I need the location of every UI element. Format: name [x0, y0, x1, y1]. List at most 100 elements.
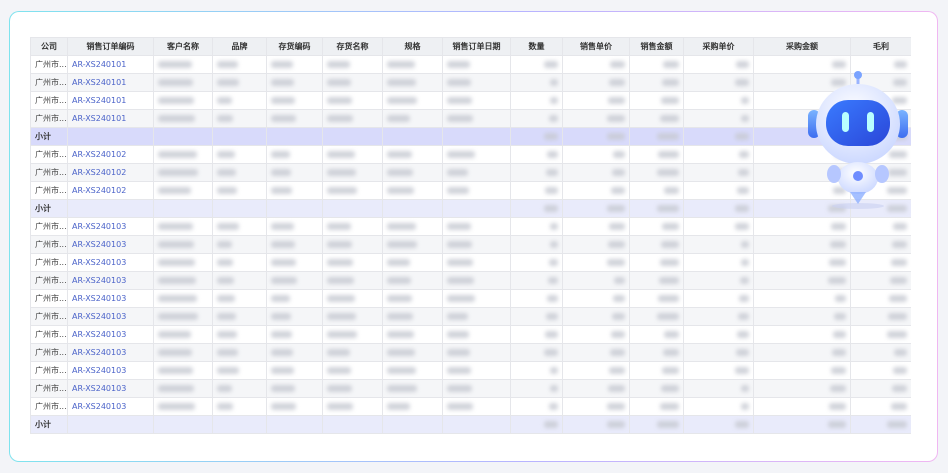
- order-code-link[interactable]: AR-XS240103: [67, 379, 154, 398]
- column-header[interactable]: 销售订单日期: [442, 37, 511, 56]
- table-row[interactable]: 广州市... AR-XS240103: [30, 325, 911, 344]
- order-code-link[interactable]: AR-XS240101: [67, 91, 154, 110]
- table-row[interactable]: 广州市... AR-XS240102: [30, 181, 911, 200]
- order-code-link[interactable]: AR-XS240103: [67, 289, 154, 308]
- order-code-link[interactable]: AR-XS240103: [67, 235, 154, 254]
- table-cell: [753, 307, 851, 326]
- table-row[interactable]: 广州市... AR-XS240102: [30, 163, 911, 182]
- table-row[interactable]: 广州市... AR-XS240103: [30, 217, 911, 236]
- order-code-link[interactable]: AR-XS240101: [67, 109, 154, 128]
- table-row[interactable]: 广州市... AR-XS240103: [30, 235, 911, 254]
- table-cell: [322, 325, 383, 344]
- table-row[interactable]: 广州市... AR-XS240103: [30, 253, 911, 272]
- column-header[interactable]: 存货名称: [322, 37, 383, 56]
- table-cell: [510, 91, 563, 110]
- redacted-value: [217, 187, 237, 194]
- table-row[interactable]: 广州市... AR-XS240103: [30, 289, 911, 308]
- table-cell: [562, 55, 630, 74]
- redacted-value: [447, 385, 472, 392]
- redacted-value: [658, 295, 679, 302]
- redacted-value: [158, 259, 195, 266]
- redacted-value: [664, 187, 679, 194]
- column-header[interactable]: 数量: [510, 37, 563, 56]
- redacted-value: [829, 403, 846, 410]
- table-row[interactable]: 广州市... AR-XS240103: [30, 397, 911, 416]
- table-cell: [212, 271, 267, 290]
- order-code-link[interactable]: AR-XS240102: [67, 181, 154, 200]
- table-cell: [683, 217, 754, 236]
- redacted-value: [271, 115, 296, 122]
- table-cell: [382, 145, 443, 164]
- table-row[interactable]: 广州市... AR-XS240103: [30, 271, 911, 290]
- column-header[interactable]: 品牌: [212, 37, 267, 56]
- robot-assistant-icon[interactable]: [806, 70, 910, 210]
- sales-report-table-container[interactable]: 公司 销售订单编码 客户名称 品牌 存货编码 存货名称 规格 销售订单日期 数量 销售单价 销售金额…: [30, 37, 911, 434]
- order-code-link[interactable]: AR-XS240103: [67, 271, 154, 290]
- redacted-value: [327, 313, 356, 320]
- column-header[interactable]: 规格: [382, 37, 443, 56]
- order-code-link[interactable]: AR-XS240103: [67, 307, 154, 326]
- column-header[interactable]: 销售金额: [629, 37, 684, 56]
- table-row[interactable]: 广州市... AR-XS240103: [30, 379, 911, 398]
- company-cell: 广州市...: [30, 163, 68, 182]
- column-header[interactable]: 销售单价: [562, 37, 630, 56]
- table-cell: [322, 55, 383, 74]
- table-cell: [322, 181, 383, 200]
- redacted-value: [664, 331, 679, 338]
- table-cell: [442, 343, 511, 362]
- column-header[interactable]: 客户名称: [153, 37, 213, 56]
- redacted-value: [158, 313, 198, 320]
- order-code-link[interactable]: AR-XS240103: [67, 361, 154, 380]
- table-row[interactable]: 广州市... AR-XS240103: [30, 307, 911, 326]
- table-row[interactable]: 广州市... AR-XS240101: [30, 91, 911, 110]
- redacted-value: [828, 421, 846, 428]
- table-cell: [850, 343, 911, 362]
- table-cell: [629, 325, 684, 344]
- order-code-link[interactable]: AR-XS240102: [67, 163, 154, 182]
- table-cell: [683, 307, 754, 326]
- table-row[interactable]: 广州市... AR-XS240102: [30, 145, 911, 164]
- redacted-value: [271, 169, 291, 176]
- table-cell: [382, 361, 443, 380]
- table-cell: [683, 271, 754, 290]
- redacted-value: [271, 187, 292, 194]
- order-code-link[interactable]: AR-XS240102: [67, 145, 154, 164]
- table-cell: [510, 73, 563, 92]
- column-header[interactable]: 采购单价: [683, 37, 754, 56]
- column-header[interactable]: 公司: [30, 37, 68, 56]
- subtotal-cell: [153, 199, 213, 218]
- column-header[interactable]: 毛利: [850, 37, 911, 56]
- table-cell: [266, 163, 323, 182]
- redacted-value: [663, 349, 679, 356]
- table-row[interactable]: 广州市... AR-XS240101: [30, 73, 911, 92]
- table-cell: [266, 109, 323, 128]
- table-row[interactable]: 广州市... AR-XS240101: [30, 109, 911, 128]
- redacted-value: [738, 313, 749, 320]
- subtotal-cell: [382, 415, 443, 434]
- order-code-link[interactable]: AR-XS240101: [67, 73, 154, 92]
- column-header[interactable]: 销售订单编码: [67, 37, 154, 56]
- order-code-link[interactable]: AR-XS240103: [67, 325, 154, 344]
- redacted-value: [612, 169, 625, 176]
- subtotal-label: 小计: [30, 415, 68, 434]
- column-header[interactable]: 存货编码: [266, 37, 323, 56]
- column-header[interactable]: 采购金额: [753, 37, 851, 56]
- table-row[interactable]: 广州市... AR-XS240101: [30, 55, 911, 74]
- order-code-link[interactable]: AR-XS240103: [67, 253, 154, 272]
- redacted-value: [544, 133, 558, 140]
- subtotal-cell: [266, 127, 323, 146]
- table-row[interactable]: 广州市... AR-XS240103: [30, 361, 911, 380]
- table-cell: [442, 109, 511, 128]
- redacted-value: [893, 223, 907, 230]
- redacted-value: [217, 241, 232, 248]
- table-row[interactable]: 广州市... AR-XS240103: [30, 343, 911, 362]
- order-code-link[interactable]: AR-XS240103: [67, 397, 154, 416]
- table-cell: [322, 73, 383, 92]
- redacted-value: [834, 313, 846, 320]
- redacted-value: [387, 295, 412, 302]
- order-code-link[interactable]: AR-XS240103: [67, 217, 154, 236]
- table-cell: [382, 343, 443, 362]
- order-code-link[interactable]: AR-XS240101: [67, 55, 154, 74]
- redacted-value: [550, 97, 558, 104]
- order-code-link[interactable]: AR-XS240103: [67, 343, 154, 362]
